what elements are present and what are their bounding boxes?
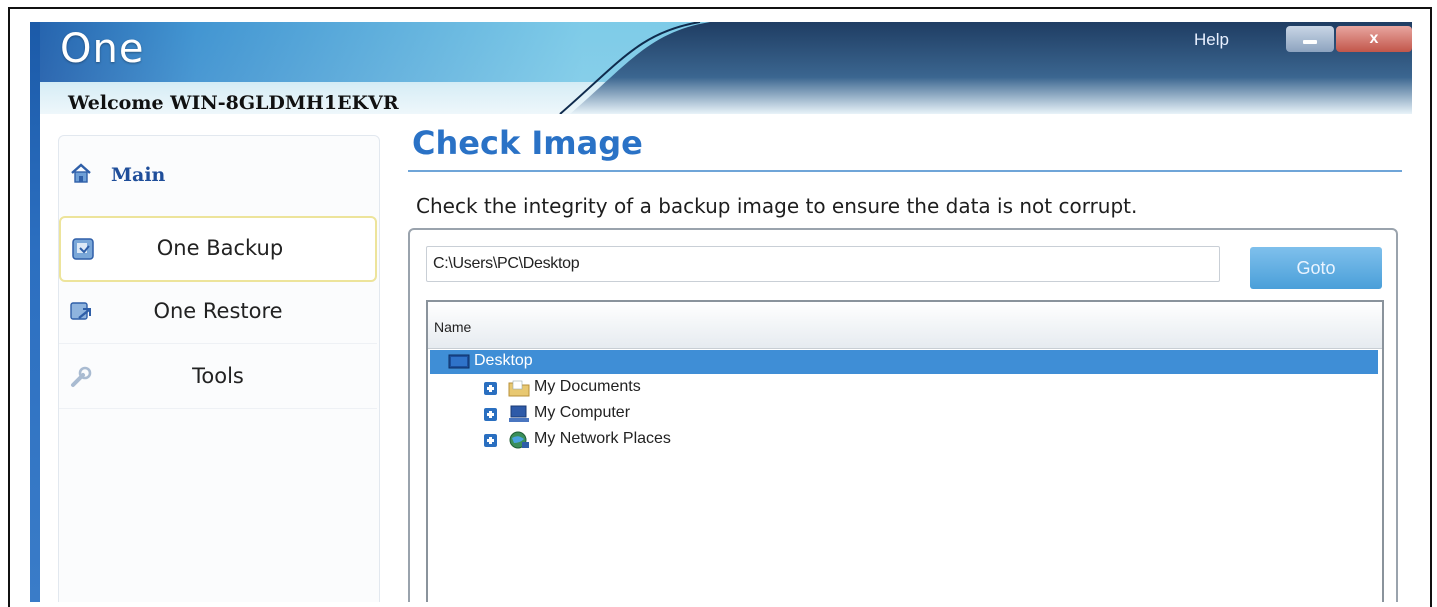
- column-header-label: Name: [434, 319, 472, 335]
- tree-node-my-computer[interactable]: My Computer: [428, 402, 1376, 426]
- sidebar-item-label: Main: [111, 164, 166, 186]
- app-logo: One: [60, 26, 145, 72]
- sidebar-item-one-restore[interactable]: One Restore: [59, 281, 377, 344]
- title-bar: One Welcome WIN-8GLDMH1EKVR Help x: [30, 22, 1412, 114]
- tree-node-my-documents[interactable]: My Documents: [428, 376, 1376, 400]
- network-icon: [509, 431, 529, 449]
- tree-node-my-network-places[interactable]: My Network Places: [428, 428, 1376, 452]
- goto-button[interactable]: Goto: [1250, 247, 1382, 289]
- sidebar-item-one-backup[interactable]: One Backup: [59, 216, 377, 282]
- app-window: One Welcome WIN-8GLDMH1EKVR Help x Main …: [30, 22, 1412, 602]
- sidebar-item-main[interactable]: Main: [67, 152, 371, 200]
- sidebar-item-label: Tools: [192, 364, 244, 388]
- tree-column-header-name[interactable]: Name: [428, 302, 1382, 349]
- tree-node-label: My Network Places: [534, 430, 671, 447]
- tree-node-label: Desktop: [474, 352, 533, 369]
- home-icon: [71, 163, 91, 183]
- help-link[interactable]: Help: [1194, 30, 1229, 50]
- expand-icon[interactable]: [484, 382, 497, 395]
- path-input[interactable]: [426, 246, 1220, 282]
- sidebar-item-tools[interactable]: Tools: [59, 346, 377, 409]
- tree-node-label: My Computer: [534, 404, 631, 421]
- expand-icon[interactable]: [484, 408, 497, 421]
- sidebar-item-label: One Restore: [153, 299, 283, 323]
- window-controls: x: [1286, 26, 1412, 52]
- tree-node-desktop[interactable]: Desktop: [430, 350, 1378, 374]
- browse-panel: Goto Name Desktop: [408, 228, 1398, 602]
- welcome-text: Welcome WIN-8GLDMH1EKVR: [68, 92, 399, 114]
- expand-icon[interactable]: [484, 434, 497, 447]
- folder-tree[interactable]: Name Desktop My Documents My Computer My…: [426, 300, 1384, 602]
- sidebar: Main One Backup One Restore Tools: [58, 135, 380, 602]
- page-title: Check Image: [412, 124, 643, 162]
- computer-icon: [509, 405, 529, 422]
- minimize-button[interactable]: [1286, 26, 1334, 52]
- page-description: Check the integrity of a backup image to…: [416, 194, 1138, 218]
- window-left-edge: [30, 22, 40, 602]
- desktop-icon: [448, 354, 470, 369]
- sidebar-item-label: One Backup: [156, 236, 284, 260]
- close-button[interactable]: x: [1336, 26, 1412, 52]
- tree-node-label: My Documents: [534, 378, 641, 395]
- main-content: Check Image Check the integrity of a bac…: [408, 122, 1402, 602]
- folder-icon: [508, 380, 530, 397]
- title-divider: [408, 170, 1402, 172]
